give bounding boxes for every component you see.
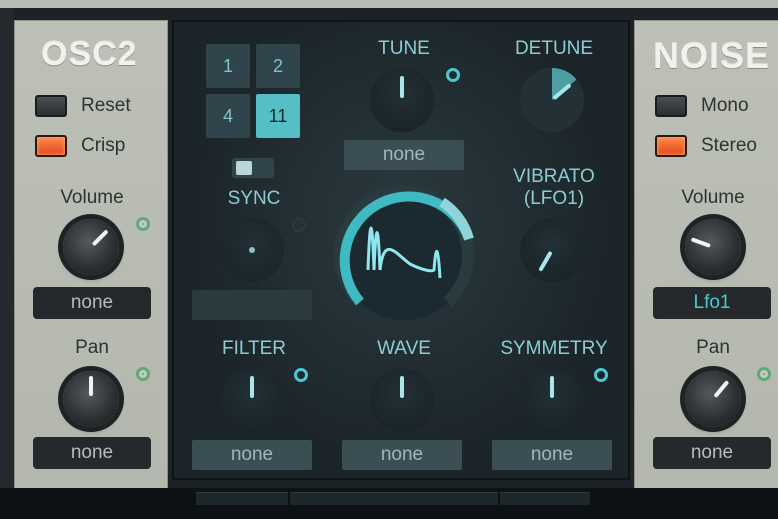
pan-label: Pan xyxy=(696,337,730,358)
tune-mod-field[interactable]: none xyxy=(344,140,464,170)
sync-label: SYNC xyxy=(227,188,281,209)
volume-mod-field[interactable]: Lfo1 xyxy=(653,287,771,319)
noise-title: NOISE xyxy=(653,35,771,76)
filter-knob[interactable] xyxy=(220,368,284,432)
sync-knob[interactable] xyxy=(220,218,284,282)
stereo-button[interactable] xyxy=(655,135,687,157)
pan-mod-field[interactable]: none xyxy=(653,437,771,469)
vibrato-sublabel: (LFO1) xyxy=(523,188,585,209)
noise-panel: NOISE Mono Stereo Volume Pan Lfo1 none xyxy=(634,20,778,490)
left-rail xyxy=(0,8,14,488)
sync-mod-field[interactable] xyxy=(192,290,312,320)
voice-button-1[interactable]: 1 xyxy=(206,44,250,88)
bottom-slot xyxy=(500,492,590,505)
wave-label: WAVE xyxy=(377,338,431,359)
crisp-button[interactable] xyxy=(35,135,67,157)
volume-mod-field[interactable]: none xyxy=(33,287,151,319)
symmetry-knob[interactable] xyxy=(520,368,584,432)
detune-label: DETUNE xyxy=(514,38,594,59)
voice-button-11[interactable]: 11 xyxy=(256,94,300,138)
wave-mod-field[interactable]: none xyxy=(342,440,462,470)
vibrato-knob[interactable] xyxy=(520,218,584,282)
tune-knob[interactable] xyxy=(370,68,434,132)
volume-label: Volume xyxy=(60,187,124,208)
mod-ring-icon[interactable] xyxy=(757,367,771,381)
filter-label: FILTER xyxy=(221,338,287,359)
filter-mod-field[interactable]: none xyxy=(192,440,312,470)
mod-ring-icon[interactable] xyxy=(594,368,608,382)
waveform-display[interactable] xyxy=(324,174,484,334)
symmetry-mod-field[interactable]: none xyxy=(492,440,612,470)
stereo-label: Stereo xyxy=(701,135,757,156)
pan-mod-field[interactable]: none xyxy=(33,437,151,469)
crisp-label: Crisp xyxy=(81,135,126,156)
volume-label: Volume xyxy=(681,187,745,208)
waveform-icon xyxy=(334,185,474,320)
bottom-slot xyxy=(290,492,498,505)
mod-ring-icon[interactable] xyxy=(136,367,150,381)
oscillator-main-section: 1 2 4 11 TUNE none DETUNE SYNC VIBRATO (… xyxy=(172,20,630,480)
volume-knob[interactable] xyxy=(63,219,119,275)
symmetry-label: SYMMETRY xyxy=(500,338,608,359)
bottom-slot xyxy=(196,492,288,505)
reset-button[interactable] xyxy=(35,95,67,117)
mono-label: Mono xyxy=(701,95,749,116)
osc2-panel: OSC2 Reset Crisp Volume none Pan none xyxy=(14,20,168,490)
detune-knob[interactable] xyxy=(520,68,584,132)
osc2-title: OSC2 xyxy=(41,35,138,73)
pan-knob[interactable] xyxy=(63,371,119,427)
mod-ring-icon[interactable] xyxy=(446,68,460,82)
wave-knob[interactable] xyxy=(370,368,434,432)
pan-label: Pan xyxy=(75,337,109,358)
mod-ring-icon[interactable] xyxy=(136,217,150,231)
reset-label: Reset xyxy=(81,95,131,116)
vibrato-label: VIBRATO xyxy=(513,166,595,187)
voice-button-2[interactable]: 2 xyxy=(256,44,300,88)
pan-knob[interactable] xyxy=(685,371,741,427)
sync-toggle[interactable] xyxy=(232,158,274,178)
mono-button[interactable] xyxy=(655,95,687,117)
volume-knob[interactable] xyxy=(685,219,741,275)
top-edge xyxy=(0,0,778,8)
tune-label: TUNE xyxy=(378,38,430,59)
mod-ring-icon[interactable] xyxy=(292,218,306,232)
voice-button-4[interactable]: 4 xyxy=(206,94,250,138)
sync-toggle-thumb xyxy=(236,161,252,175)
mod-ring-icon[interactable] xyxy=(294,368,308,382)
